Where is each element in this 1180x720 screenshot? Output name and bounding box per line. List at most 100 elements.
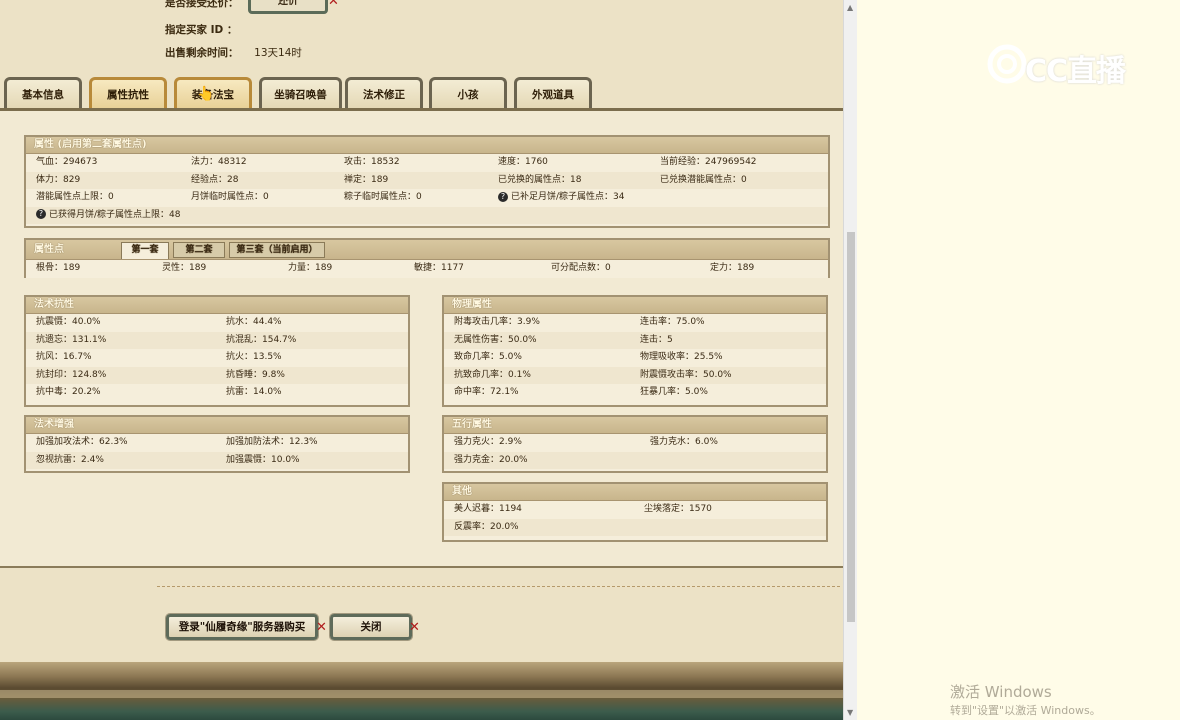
tab-basic-info[interactable]: 基本信息 [4, 77, 82, 110]
stat-zongzi-temp: 粽子临时属性点：0 [344, 192, 422, 202]
tab-children[interactable]: 小孩 [429, 77, 507, 110]
table-row: 潜能属性点上限：0 月饼临时属性点：0 粽子临时属性点：0 ? 已补足月饼/粽子属… [26, 189, 828, 207]
tab-label: 法术修正 [363, 89, 405, 101]
tab-label: 小孩 [457, 89, 479, 101]
tab-appearance[interactable]: 外观道具 [514, 77, 592, 110]
subtab-set-1[interactable]: 第一套 [121, 242, 169, 259]
attributes-box: 属性 (启用第二套属性点) 气血：294673 法力：48312 攻击：1853… [24, 135, 830, 228]
subtab-set-2[interactable]: 第二套 [173, 242, 225, 258]
resist-cell: 抗水：44.4% [226, 317, 282, 327]
close-x-icon: ✕ [328, 0, 339, 9]
buyer-id-row: 指定买家 ID ： [165, 22, 249, 37]
table-row: 抗风：16.7% 抗火：13.5% [26, 349, 408, 367]
time-left-label: 出售剩余时间： [165, 47, 239, 59]
physical-cell: 附毒攻击几率：3.9% [454, 317, 540, 327]
subtab-label: 第一套 [131, 245, 159, 255]
other-box: 其他 美人迟暮：1194 尘埃落定：1570 反震率：20.0% [442, 482, 828, 542]
logo-text: CC直播 [1025, 54, 1126, 89]
attr-points-header: 属性点 第一套 第二套 第三套（当前启用） [26, 240, 828, 260]
mouse-cursor-icon: 👆 [197, 86, 215, 102]
cc-logo-icon [987, 44, 1027, 84]
stat-stamina: 体力：829 [36, 174, 81, 185]
stat-mooncake-temp: 月饼临时属性点：0 [191, 192, 269, 202]
resist-cell: 抗雷：14.0% [226, 387, 282, 397]
table-row: 加强加攻法术：62.3% 加强加防法术：12.3% [26, 434, 408, 452]
boost-cell: 加强加防法术：12.3% [226, 437, 318, 447]
tab-label: 基本信息 [22, 89, 64, 101]
table-row: 抗中毒：20.2% 抗雷：14.0% [26, 384, 408, 402]
five-elements-title: 五行属性 [444, 417, 826, 434]
table-row: 抗封印：124.8% 抗昏睡：9.8% [26, 366, 408, 384]
table-row: 美人迟暮：1194 尘埃落定：1570 [444, 501, 826, 519]
point-focus: 定力：189 [710, 263, 755, 273]
windows-activate-text: 激活 Windows [950, 683, 1052, 701]
boost-cell: 加强震慑：10.0% [226, 454, 300, 465]
attr-points-title: 属性点 [34, 244, 64, 255]
boost-cell: 忽视抗雷：2.4% [36, 454, 104, 465]
stat-exchanged-points: 已兑换的属性点：18 [498, 174, 582, 185]
stat-filled-points: ? 已补足月饼/粽子属性点：34 [498, 189, 625, 206]
table-row: 抗震慑：40.0% 抗水：44.4% [26, 314, 408, 332]
table-row: 体力：829 经验点：28 禅定：189 已兑换的属性点：18 已兑换潜能属性点… [26, 171, 828, 189]
physical-cell: 抗致命几率：0.1% [454, 369, 531, 380]
table-row: 反震率：20.0% [444, 518, 826, 536]
point-assignable: 可分配点数：0 [551, 263, 611, 273]
physical-cell: 致命几率：5.0% [454, 352, 522, 362]
resist-cell: 抗混乱：154.7% [226, 334, 297, 345]
physical-title: 物理属性 [444, 297, 826, 314]
table-row: 强力克金：20.0% [444, 451, 826, 469]
subtab-set-3[interactable]: 第三套（当前启用） [229, 242, 325, 258]
decorative-footer-stripe [0, 690, 843, 698]
tab-mounts-pets[interactable]: 坐骑召唤兽 [259, 77, 342, 110]
point-spirit: 灵性：189 [162, 263, 207, 273]
table-row: 抗遗忘：131.1% 抗混乱：154.7% [26, 331, 408, 349]
help-icon[interactable]: ? [36, 209, 46, 219]
dotted-divider [157, 586, 840, 587]
scroll-thumb[interactable] [847, 232, 855, 622]
table-row: ? 已获得月饼/粽子属性点上限：48 [26, 206, 828, 224]
scroll-up-icon[interactable]: ▲ [847, 3, 853, 12]
scroll-down-icon[interactable]: ▼ [847, 708, 853, 717]
five-elements-box: 五行属性 强力克火：2.9% 强力克水：6.0% 强力克金：20.0% [442, 415, 828, 473]
physical-cell: 连击率：75.0% [640, 317, 705, 327]
resist-cell: 抗火：13.5% [226, 352, 282, 362]
magic-resist-box: 法术抗性 抗震慑：40.0% 抗水：44.4% 抗遗忘：131.1% 抗混乱：154… [24, 295, 410, 407]
close-button[interactable]: 关闭 [329, 613, 413, 641]
counteroffer-row: 是否接受还价： [165, 0, 239, 10]
resist-cell: 抗封印：124.8% [36, 369, 107, 380]
vertical-scrollbar[interactable]: ▲ ▼ [843, 0, 858, 720]
close-label: 关闭 [360, 621, 382, 633]
physical-cell: 物理吸收率：25.5% [640, 352, 723, 362]
tab-attributes-resist[interactable]: 属性抗性 [89, 77, 167, 110]
table-row: 忽视抗雷：2.4% 加强震慑：10.0% [26, 451, 408, 469]
table-row: 致命几率：5.0% 物理吸收率：25.5% [444, 349, 826, 367]
resist-cell: 抗中毒：20.2% [36, 387, 101, 397]
help-icon[interactable]: ? [498, 191, 508, 202]
table-row: 附毒攻击几率：3.9% 连击率：75.0% [444, 314, 826, 332]
other-cell: 尘埃落定：1570 [644, 504, 712, 514]
empty-area [857, 0, 1180, 720]
table-row: 命中率：72.1% 狂暴几率：5.0% [444, 384, 826, 402]
element-cell: 强力克火：2.9% [454, 437, 522, 447]
table-row: 根骨：189 灵性：189 力量：189 敏捷：1177 可分配点数：0 定力：… [26, 260, 828, 278]
close-x-icon: ✕ [316, 620, 327, 635]
windows-activate-hint: 转到"设置"以激活 Windows。 [950, 704, 1101, 717]
stat-exp-points: 经验点：28 [191, 174, 239, 185]
tab-label: 属性抗性 [107, 89, 149, 101]
point-strength: 力量：189 [288, 263, 333, 273]
login-buy-button[interactable]: 登录"仙履奇缘"服务器购买 [165, 613, 319, 641]
other-cell: 反震率：20.0% [454, 521, 519, 532]
stat-obtained-cap: ? 已获得月饼/粽子属性点上限：48 [36, 207, 181, 224]
attributes-title: 属性 (启用第二套属性点) [26, 137, 828, 154]
stat-mp: 法力：48312 [191, 157, 247, 167]
stat-exchanged-potential: 已兑换潜能属性点：0 [660, 174, 747, 185]
point-constitution: 根骨：189 [36, 263, 81, 273]
resist-cell: 抗昏睡：9.8% [226, 369, 285, 380]
counteroffer-button[interactable]: 还价 [248, 0, 328, 14]
resist-cell: 抗风：16.7% [36, 352, 92, 362]
subtab-label: 第二套 [185, 245, 213, 255]
tab-panel: 属性 (启用第二套属性点) 气血：294673 法力：48312 攻击：1853… [0, 111, 843, 568]
element-cell: 强力克金：20.0% [454, 454, 528, 465]
tab-spell-correction[interactable]: 法术修正 [345, 77, 423, 110]
physical-cell: 附震慑攻击率：50.0% [640, 369, 732, 380]
